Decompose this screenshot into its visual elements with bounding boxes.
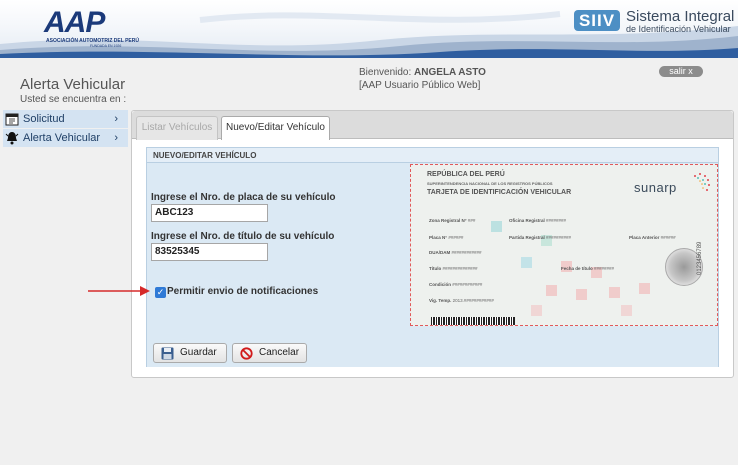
system-title: Sistema Integral (626, 8, 735, 25)
card-condicion-label: Condición (429, 282, 451, 287)
card-decor-square (609, 287, 620, 298)
card-vig-label: Vig. Temp. (429, 298, 452, 303)
logout-button[interactable]: salir x (659, 66, 703, 77)
system-subtitle: de Identificación Vehicular (626, 24, 731, 34)
card-agency: SUPERINTENDENCIA NACIONAL DE LOS REGISTR… (427, 181, 553, 186)
vehicle-card-image: REPÚBLICA DEL PERÚ SUPERINTENDENCIA NACI… (410, 164, 718, 326)
card-oficina-value: ######## (546, 218, 567, 223)
card-fecha-field: Fecha de título ######## (561, 266, 614, 271)
card-titulo-field: Título ############## (429, 266, 478, 271)
card-oficina-label: Oficina Registral (509, 218, 545, 223)
card-decor-square (621, 305, 632, 316)
sidebar-item-alerta-vehicular[interactable]: Alerta Vehicular › (3, 129, 128, 147)
card-partida-label: Partida Registral (509, 235, 545, 240)
siiv-badge: SIIV (574, 10, 620, 31)
card-vig-field: Vig. Temp. 2013.############ (429, 298, 494, 303)
aap-logo[interactable]: AAP ASOCIACIÓN AUTOMOTRIZ DEL PERÚ FUNDA… (44, 8, 139, 50)
vehicle-form: NUEVO/EDITAR VEHÍCULO Ingrese el Nro. de… (146, 147, 719, 367)
card-decor-square (546, 285, 557, 296)
aap-logo-tagline: FUNDADA EN 1926 (90, 44, 122, 48)
breadcrumb: Usted se encuentra en : (20, 94, 127, 105)
chevron-right-icon: › (114, 113, 118, 125)
header-banner: AAP ASOCIACIÓN AUTOMOTRIZ DEL PERÚ FUNDA… (0, 0, 738, 58)
card-fecha-label: Fecha de título (561, 266, 593, 271)
aap-logo-text: AAP (44, 6, 105, 39)
tab-nuevo-editar-vehiculo[interactable]: Nuevo/Editar Vehículo (221, 116, 330, 140)
card-decor-square (576, 289, 587, 300)
card-placa-anterior-field: Placa Anterior ###### (629, 235, 676, 240)
card-zona-label: Zona Registral N° (429, 218, 467, 223)
notify-label: Permitir envio de notificaciones (167, 286, 319, 297)
save-button-label: Guardar (180, 347, 217, 358)
form-body: Ingrese el Nro. de placa de su vehículo … (148, 164, 718, 342)
card-partida-field: Partida Registral ########## (509, 235, 571, 240)
welcome-text: Bienvenido: ANGELA ASTO (359, 67, 486, 78)
floppy-disk-icon (161, 347, 174, 360)
card-decor-square (639, 283, 650, 294)
card-title: TARJETA DE IDENTIFICACIÓN VEHICULAR (427, 189, 572, 196)
title-input[interactable]: 83525345 (151, 243, 268, 261)
sidebar-item-label: Solicitud (23, 113, 65, 125)
user-type: [AAP Usuario Público Web] (359, 80, 481, 91)
card-vertical-number: 0123456789 (697, 241, 703, 275)
card-zona-value: ### (467, 218, 476, 223)
card-zona-field: Zona Registral N° ### (429, 218, 475, 223)
card-placa-anterior-value: ###### (660, 235, 676, 240)
page-title: Alerta Vehicular (20, 76, 126, 93)
cancel-icon (240, 347, 253, 360)
card-placa-field: Placa N° ###### (429, 235, 463, 240)
tab-listar-vehiculos[interactable]: Listar Vehículos (136, 116, 218, 140)
card-decor-square (491, 221, 502, 232)
bell-icon (5, 132, 19, 145)
card-placa-label: Placa N° (429, 235, 448, 240)
card-titulo-value: ############## (442, 266, 478, 271)
card-barcode (431, 317, 515, 325)
sidebar-item-solicitud[interactable]: Solicitud › (3, 110, 128, 128)
card-dua-label: DUA/DAM (429, 250, 451, 255)
form-actions: Guardar Cancelar (147, 341, 718, 367)
chevron-right-icon: › (114, 132, 118, 144)
sunarp-burst-icon (694, 173, 710, 191)
card-placa-anterior-label: Placa Anterior (629, 235, 660, 240)
card-condicion-value: ############ (452, 282, 483, 287)
card-placa-value: ###### (448, 235, 464, 240)
sidebar-item-label: Alerta Vehicular (23, 132, 101, 144)
sunarp-logo: sunarp (634, 180, 677, 195)
welcome-prefix: Bienvenido: (359, 67, 412, 78)
card-titulo-label: Título (429, 266, 442, 271)
card-oficina-field: Oficina Registral ######## (509, 218, 566, 223)
cancel-button-label: Cancelar (259, 347, 300, 358)
card-condicion-field: Condición ############ (429, 282, 482, 287)
card-country: REPÚBLICA DEL PERÚ (427, 171, 505, 178)
form-section-title: NUEVO/EDITAR VEHÍCULO (147, 148, 718, 163)
plate-label: Ingrese el Nro. de placa de su vehículo (151, 192, 336, 203)
sidebar: Solicitud › Alerta Vehicular › (3, 110, 128, 148)
card-fecha-value: ######## (594, 266, 615, 271)
tab-bar: Listar Vehículos Nuevo/Editar Vehículo (132, 111, 733, 140)
card-decor-square (531, 305, 542, 316)
annotation-arrow-icon (88, 286, 150, 296)
cancel-button[interactable]: Cancelar (232, 343, 307, 363)
plate-input[interactable]: ABC123 (151, 204, 268, 222)
card-vig-value: 2013.############ (452, 298, 494, 303)
card-partida-value: ########## (546, 235, 572, 240)
title-label: Ingrese el Nro. de título de su vehículo (151, 231, 335, 242)
user-name: ANGELA ASTO (414, 67, 486, 78)
save-button[interactable]: Guardar (153, 343, 227, 363)
card-dua-value: ############ (451, 250, 482, 255)
calendar-icon (5, 113, 19, 126)
main-panel: Listar Vehículos Nuevo/Editar Vehículo N… (131, 110, 734, 378)
card-decor-square (521, 257, 532, 268)
card-dua-field: DUA/DAM ############ (429, 250, 482, 255)
notify-checkbox[interactable]: ✓ (155, 287, 166, 298)
